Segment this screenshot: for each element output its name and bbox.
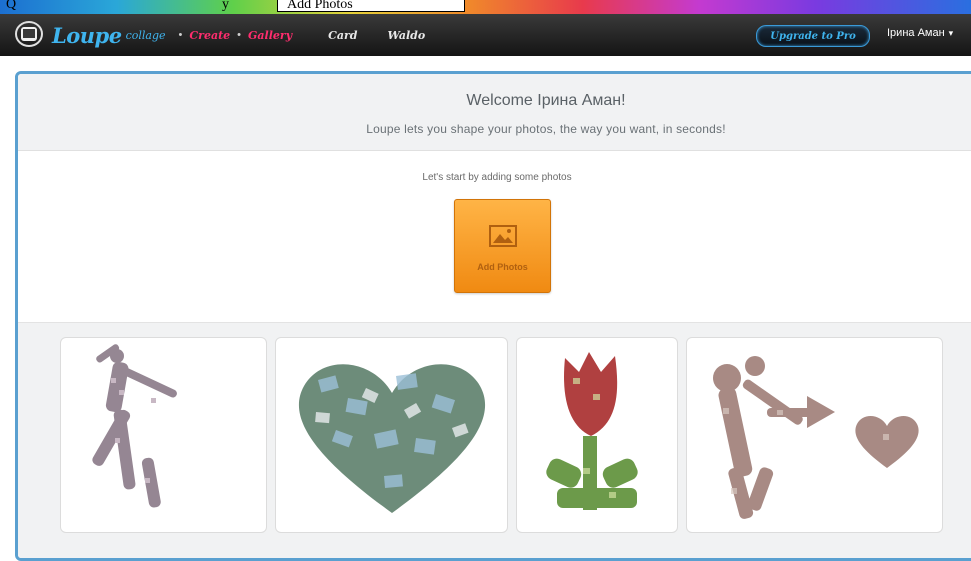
main-panel: Welcome Ірина Аман! Loupe lets you shape… (15, 71, 971, 561)
dancing-person-collage (92, 344, 177, 508)
upgrade-to-pro-button[interactable]: Upgrade to Pro (756, 25, 870, 47)
add-photos-button[interactable]: Add Photos (454, 199, 551, 293)
cupid-heart-collage (713, 356, 919, 519)
user-menu[interactable]: Ірина Аман ▾ (887, 27, 953, 39)
nav-link-card[interactable]: Card (328, 29, 357, 42)
nav-link-create[interactable]: Create (189, 29, 230, 42)
gallery-tile-tulip[interactable] (516, 337, 678, 533)
caption-boxed-text: Add Photos (287, 0, 353, 12)
caption-fragment: y (222, 0, 229, 12)
welcome-subtitle: Loupe lets you shape your photos, the wa… (366, 122, 726, 136)
welcome-header: Welcome Ірина Аман! Loupe lets you shape… (18, 74, 971, 151)
nav-link-waldo[interactable]: Waldo (387, 29, 425, 42)
add-photos-label: Add Photos (477, 262, 528, 272)
logo-subtitle: collage (125, 28, 166, 42)
tulip-collage (546, 352, 638, 510)
nav-separator: • (178, 29, 183, 41)
nav-separator: • (237, 29, 242, 41)
photo-icon (489, 225, 517, 247)
nav-link-gallery[interactable]: Gallery (248, 29, 292, 42)
navbar: Loupe collage • Create • Gallery Card Wa… (0, 14, 971, 56)
chevron-down-icon: ▾ (948, 27, 954, 38)
caption-fragment: Q (6, 0, 17, 12)
user-name: Ірина Аман (887, 27, 945, 39)
rainbow-strip (0, 0, 971, 14)
example-gallery (18, 322, 971, 558)
gallery-tile-cupid-heart[interactable] (686, 337, 943, 533)
gallery-tile-dancing-person[interactable] (60, 337, 267, 533)
logo-wordmark[interactable]: Loupe (52, 23, 122, 48)
gallery-tile-heart[interactable] (275, 337, 508, 533)
heart-collage (298, 364, 486, 513)
welcome-title: Welcome Ірина Аман! (466, 92, 626, 109)
loupe-logo-icon[interactable] (12, 18, 46, 52)
start-prompt: Let's start by adding some photos (422, 172, 572, 183)
